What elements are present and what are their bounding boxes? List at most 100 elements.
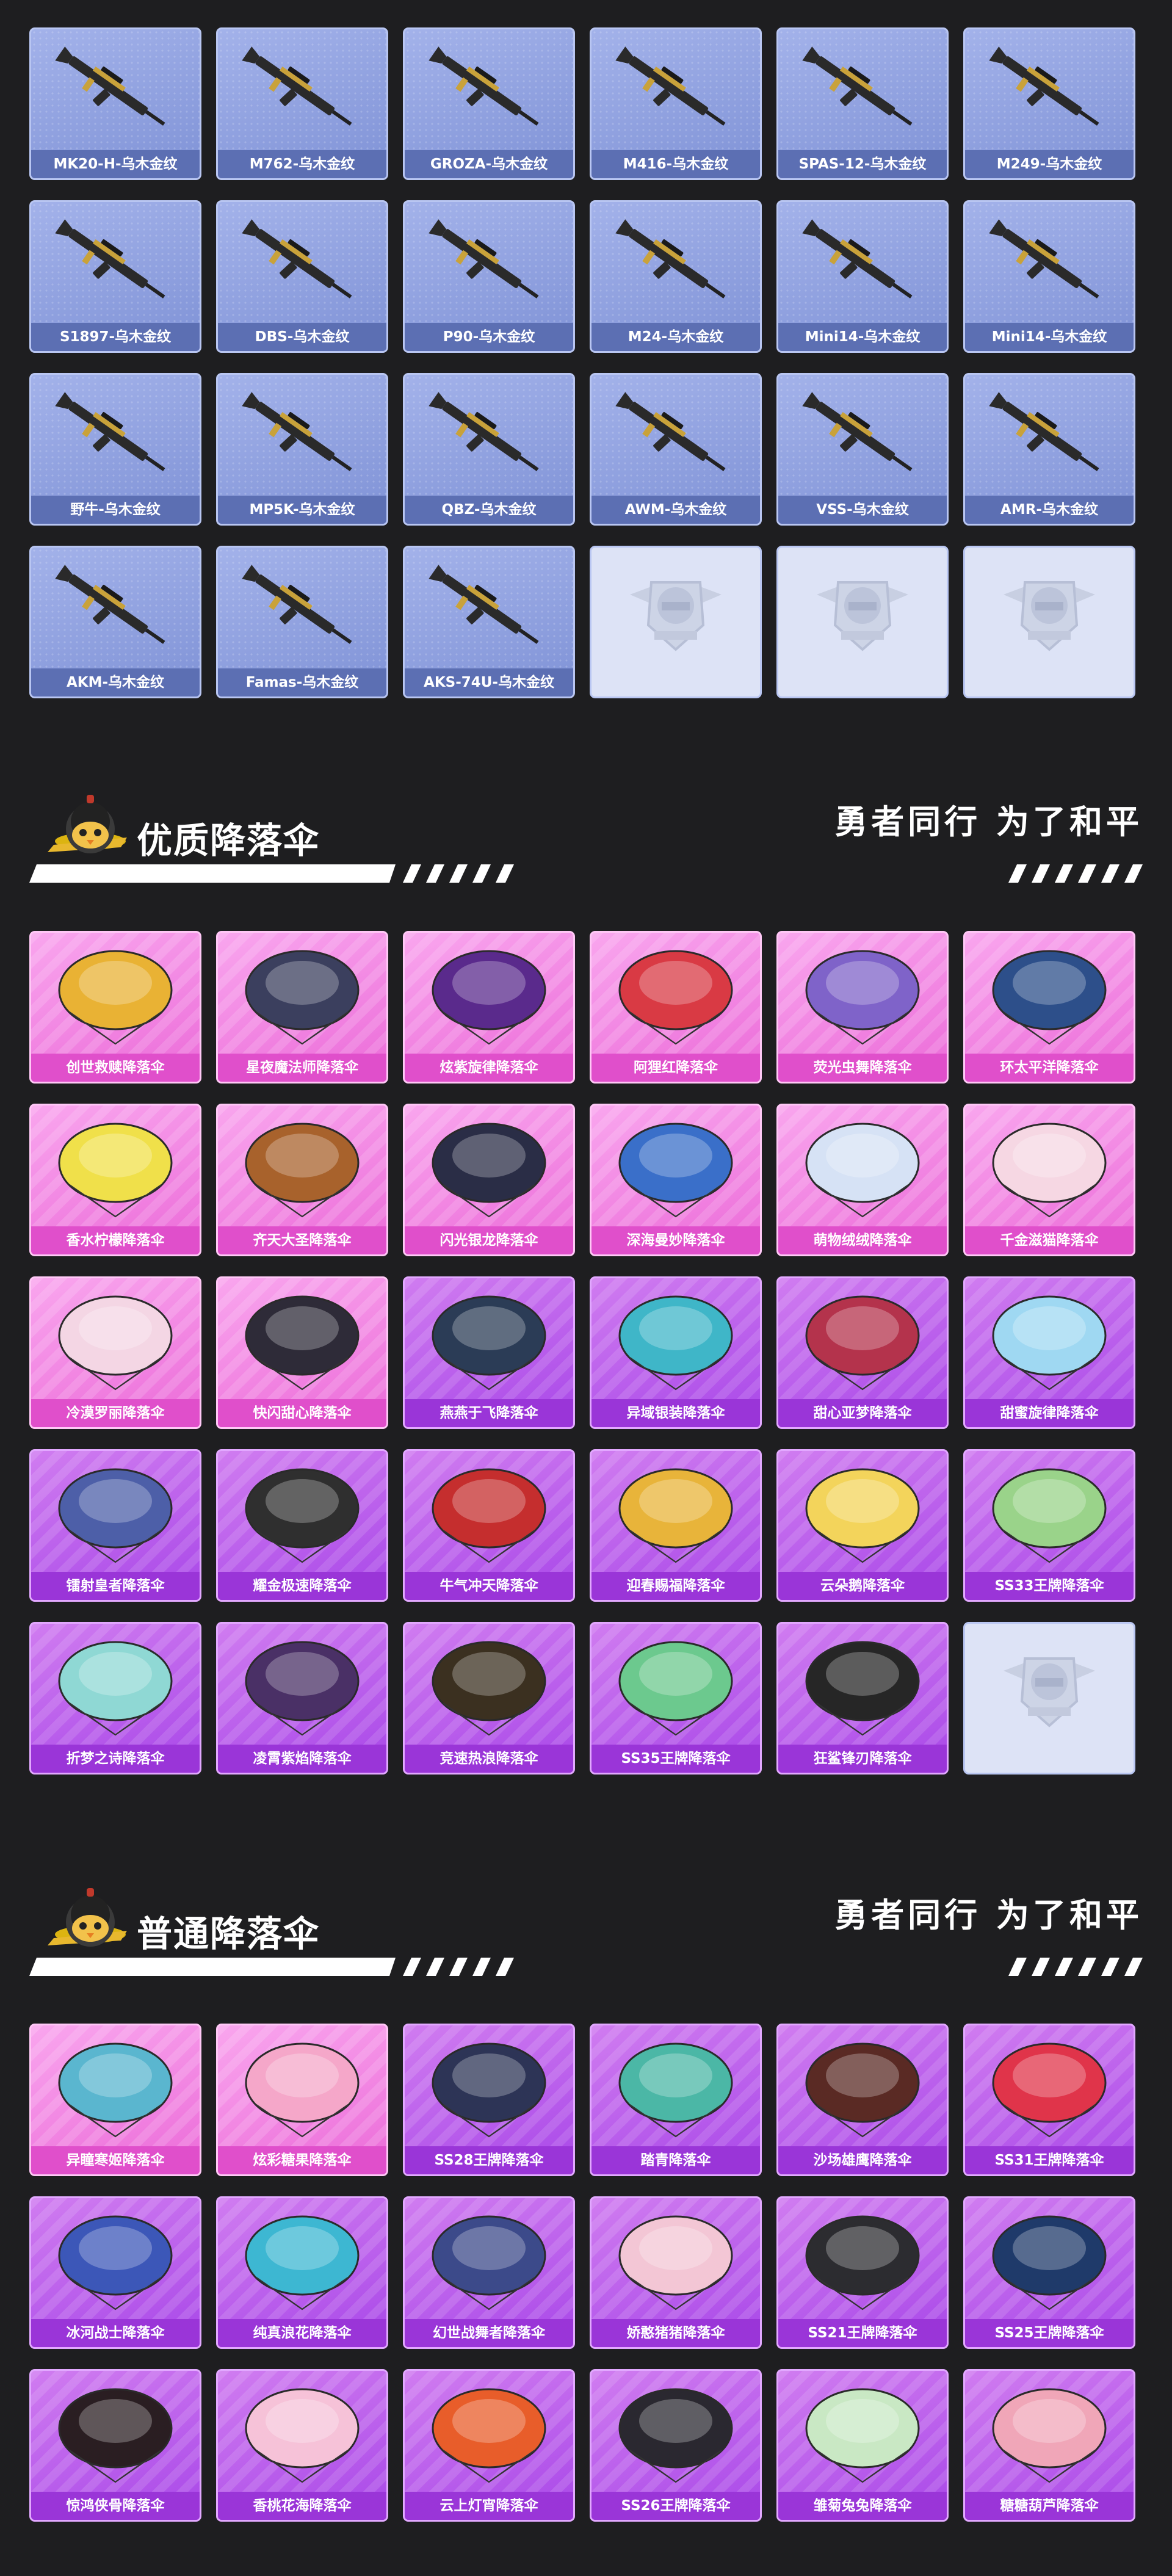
slogan-text: 勇者同行 为了和平 <box>834 1896 1143 1934</box>
parachute-card[interactable]: 云朵鹅降落伞 <box>776 1449 949 1602</box>
gun-skin-card[interactable]: VSS-乌木金纹 <box>776 373 949 526</box>
gun-skin-card[interactable]: M416-乌木金纹 <box>590 27 762 180</box>
parachute-card[interactable]: 阿狸红降落伞 <box>590 931 762 1084</box>
parachute-card[interactable]: 踏青降落伞 <box>590 2024 762 2176</box>
parachute-icon <box>778 1624 947 1748</box>
parachute-card[interactable]: 甜蜜旋律降落伞 <box>963 1276 1135 1429</box>
parachute-card[interactable]: 幻世战舞者降落伞 <box>403 2196 575 2349</box>
parachute-icon <box>591 2371 760 2495</box>
parachute-icon <box>591 1278 760 1403</box>
parachute-card[interactable]: 快闪甜心降落伞 <box>216 1276 388 1429</box>
parachute-card[interactable]: 娇憨猪猪降落伞 <box>590 2196 762 2349</box>
slogan-text: 勇者同行 为了和平 <box>834 803 1143 841</box>
gun-skin-card[interactable]: QBZ-乌木金纹 <box>403 373 575 526</box>
parachute-card[interactable]: 千金滋猫降落伞 <box>963 1104 1135 1256</box>
gun-skin-card[interactable]: S1897-乌木金纹 <box>29 200 201 353</box>
parachute-card[interactable]: 闪光银龙降落伞 <box>403 1104 575 1256</box>
parachute-card[interactable]: 荧光虫舞降落伞 <box>776 931 949 1084</box>
parachute-card[interactable]: 沙场雄鹰降落伞 <box>776 2024 949 2176</box>
parachute-card[interactable]: 深海曼妙降落伞 <box>590 1104 762 1256</box>
parachute-card[interactable]: 惊鸿侠骨降落伞 <box>29 2369 201 2522</box>
gun-skin-card[interactable]: Mini14-乌木金纹 <box>963 200 1135 353</box>
parachute-icon <box>778 1105 947 1230</box>
parachute-card[interactable]: 雏菊兔兔降落伞 <box>776 2369 949 2522</box>
parachute-card[interactable]: 糖糖葫芦降落伞 <box>963 2369 1135 2522</box>
empty-slot-card[interactable] <box>590 546 762 698</box>
parachute-card[interactable]: SS35王牌降落伞 <box>590 1622 762 1775</box>
gun-skin-card[interactable]: MP5K-乌木金纹 <box>216 373 388 526</box>
parachute-card[interactable]: 齐天大圣降落伞 <box>216 1104 388 1256</box>
parachute-card[interactable]: 甜心亚梦降落伞 <box>776 1276 949 1429</box>
parachute-icon <box>31 1105 200 1230</box>
parachute-icon <box>218 1278 386 1403</box>
gun-skin-card[interactable]: AWM-乌木金纹 <box>590 373 762 526</box>
gun-skin-card[interactable]: AKS-74U-乌木金纹 <box>403 546 575 698</box>
parachute-card[interactable]: SS31王牌降落伞 <box>963 2024 1135 2176</box>
gun-skin-card[interactable]: 野牛-乌木金纹 <box>29 373 201 526</box>
parachute-card[interactable]: 折梦之诗降落伞 <box>29 1622 201 1775</box>
parachute-card[interactable]: 异域银装降落伞 <box>590 1276 762 1429</box>
parachute-icon <box>31 1451 200 1576</box>
item-label: 甜心亚梦降落伞 <box>778 1399 947 1427</box>
item-label: 星夜魔法师降落伞 <box>218 1054 386 1082</box>
parachute-card[interactable]: 香水柠檬降落伞 <box>29 1104 201 1256</box>
parachute-card[interactable]: 炫紫旋律降落伞 <box>403 931 575 1084</box>
parachute-card[interactable]: 镭射皇者降落伞 <box>29 1449 201 1602</box>
parachute-card[interactable]: 云上灯宵降落伞 <box>403 2369 575 2522</box>
gun-skin-card[interactable]: MK20-H-乌木金纹 <box>29 27 201 180</box>
parachute-card[interactable]: 炫彩糖果降落伞 <box>216 2024 388 2176</box>
sniper-icon <box>778 375 947 499</box>
parachute-icon <box>965 933 1134 1057</box>
item-label: SS35王牌降落伞 <box>591 1745 760 1773</box>
item-label: 云上灯宵降落伞 <box>405 2492 573 2520</box>
rifle-icon <box>405 375 573 499</box>
gun-skin-card[interactable]: M249-乌木金纹 <box>963 27 1135 180</box>
parachute-card[interactable]: 环太平洋降落伞 <box>963 931 1135 1084</box>
parachute-card[interactable]: 冰河战士降落伞 <box>29 2196 201 2349</box>
gun-skin-card[interactable]: Famas-乌木金纹 <box>216 546 388 698</box>
parachute-icon <box>405 1624 573 1748</box>
parachute-card[interactable]: 创世救赎降落伞 <box>29 931 201 1084</box>
parachute-card[interactable]: SS28王牌降落伞 <box>403 2024 575 2176</box>
parachute-card[interactable]: SS26王牌降落伞 <box>590 2369 762 2522</box>
gun-skin-card[interactable]: Mini14-乌木金纹 <box>776 200 949 353</box>
rifle-icon <box>218 548 386 672</box>
parachute-card[interactable]: SS21王牌降落伞 <box>776 2196 949 2349</box>
item-label: M24-乌木金纹 <box>591 323 760 351</box>
gun-skin-card[interactable]: P90-乌木金纹 <box>403 200 575 353</box>
empty-slot-card[interactable] <box>776 546 949 698</box>
parachute-card[interactable]: 迎春赐福降落伞 <box>590 1449 762 1602</box>
parachute-card[interactable]: 香桃花海降落伞 <box>216 2369 388 2522</box>
item-label: 沙场雄鹰降落伞 <box>778 2146 947 2174</box>
parachute-icon <box>965 1105 1134 1230</box>
gun-skin-card[interactable]: SPAS-12-乌木金纹 <box>776 27 949 180</box>
gun-skin-card[interactable]: GROZA-乌木金纹 <box>403 27 575 180</box>
parachute-card[interactable]: 狂鲨锋刃降落伞 <box>776 1622 949 1775</box>
parachute-card[interactable]: 耀金极速降落伞 <box>216 1449 388 1602</box>
gun-skin-card[interactable]: AMR-乌木金纹 <box>963 373 1135 526</box>
item-label: M249-乌木金纹 <box>965 150 1134 178</box>
empty-slot-card[interactable] <box>963 546 1135 698</box>
item-label: 雏菊兔兔降落伞 <box>778 2492 947 2520</box>
item-label: AWM-乌木金纹 <box>591 496 760 524</box>
parachute-card[interactable]: 星夜魔法师降落伞 <box>216 931 388 1084</box>
parachute-card[interactable]: 纯真浪花降落伞 <box>216 2196 388 2349</box>
empty-slot-card[interactable] <box>963 1622 1135 1775</box>
parachute-card[interactable]: 凌霄紫焰降落伞 <box>216 1622 388 1775</box>
gun-skin-card[interactable]: M762-乌木金纹 <box>216 27 388 180</box>
parachute-card[interactable]: 异瞳寒姬降落伞 <box>29 2024 201 2176</box>
parachute-card[interactable]: 冷漠罗丽降落伞 <box>29 1276 201 1429</box>
gun-skin-card[interactable]: DBS-乌木金纹 <box>216 200 388 353</box>
gun-skin-card[interactable]: M24-乌木金纹 <box>590 200 762 353</box>
parachute-card[interactable]: 萌物绒绒降落伞 <box>776 1104 949 1256</box>
parachute-card[interactable]: SS33王牌降落伞 <box>963 1449 1135 1602</box>
parachute-card[interactable]: SS25王牌降落伞 <box>963 2196 1135 2349</box>
parachute-icon <box>218 1105 386 1230</box>
parachute-card[interactable]: 燕燕于飞降落伞 <box>403 1276 575 1429</box>
rifle-icon <box>218 29 386 154</box>
parachute-icon <box>218 2198 386 2323</box>
parachute-card[interactable]: 竞速热浪降落伞 <box>403 1622 575 1775</box>
parachute-card[interactable]: 牛气冲天降落伞 <box>403 1449 575 1602</box>
gun-skin-card[interactable]: AKM-乌木金纹 <box>29 546 201 698</box>
parachute-icon <box>405 1451 573 1576</box>
